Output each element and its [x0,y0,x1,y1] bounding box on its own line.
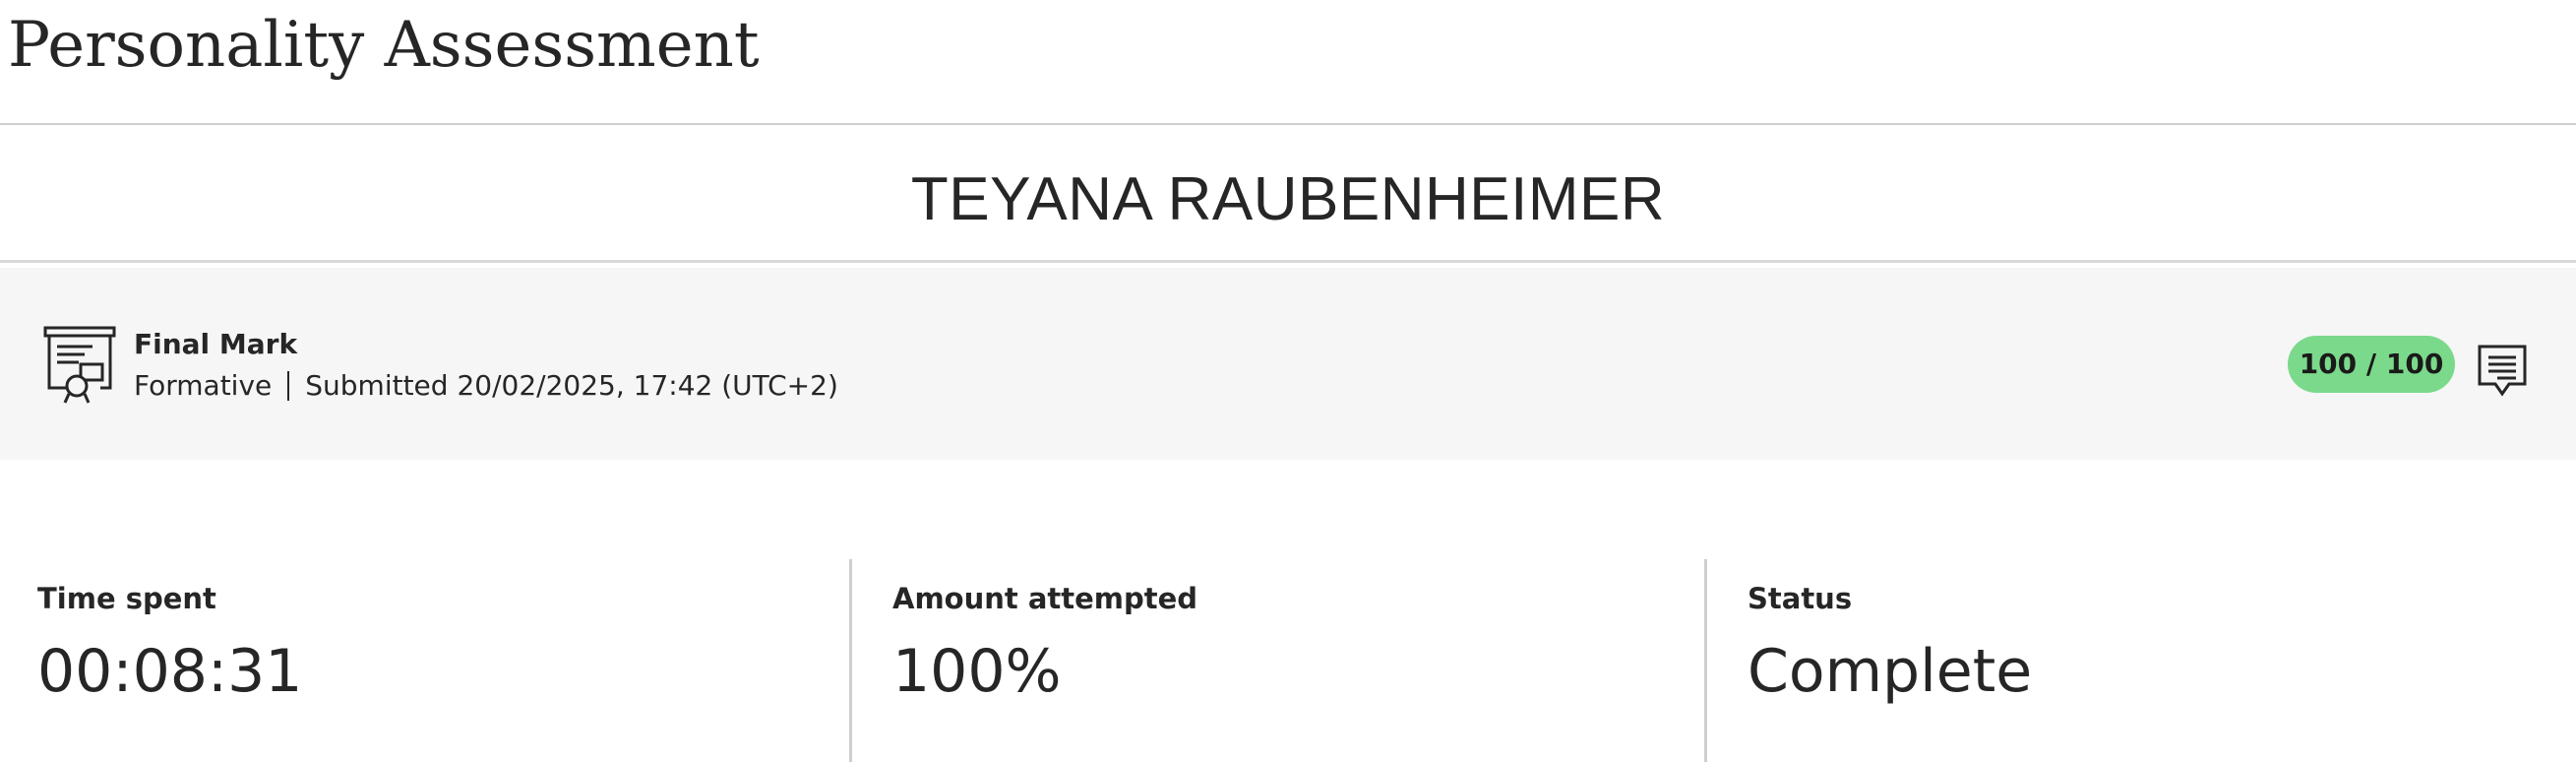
stat-value: Complete [1748,637,2033,706]
final-mark-details: Final Mark Formative Submitted 20/02/202… [134,327,838,404]
certificate-icon [41,325,118,404]
stat-value: 00:08:31 [37,637,303,706]
page-title: Personality Assessment [8,9,760,82]
assessment-type: Formative [134,369,273,402]
student-name: TEYANA RAUBENHEIMER [910,165,1666,233]
stat-label: Time spent [37,582,216,615]
final-mark-meta: Formative Submitted 20/02/2025, 17:42 (U… [134,368,838,404]
feedback-comment-icon[interactable] [2476,343,2529,398]
final-mark-title: Final Mark [134,328,298,360]
stat-divider [1704,559,1707,762]
stat-value: 100% [892,637,1062,706]
page-header: Personality Assessment [0,0,2576,125]
stat-label: Status [1748,582,1853,615]
stat-label: Amount attempted [892,582,1198,615]
submission-timestamp: Submitted 20/02/2025, 17:42 (UTC+2) [305,369,838,402]
student-name-bar: TEYANA RAUBENHEIMER [0,125,2576,263]
score-badge: 100 / 100 [2288,336,2455,393]
final-mark-banner: Final Mark Formative Submitted 20/02/202… [0,268,2576,460]
stat-divider [849,559,852,762]
meta-divider [287,371,290,401]
assessment-results-page: Personality Assessment TEYANA RAUBENHEIM… [0,0,2576,762]
